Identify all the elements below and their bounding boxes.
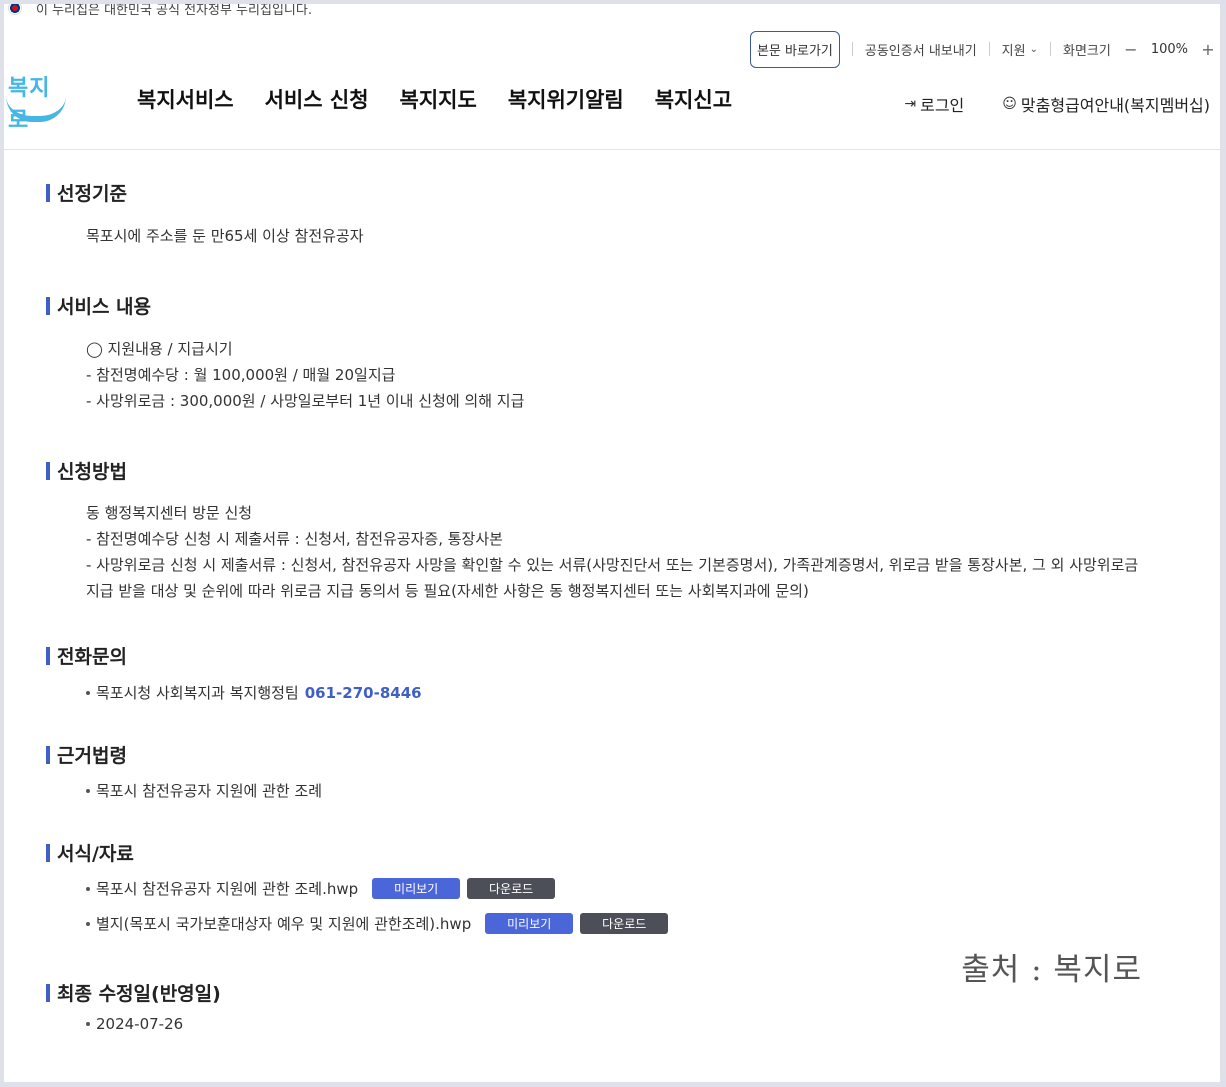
section-bar: [46, 461, 50, 480]
site-logo[interactable]: 복지로: [6, 70, 68, 133]
updated-date: 2024-07-26: [96, 1015, 184, 1033]
support-menu[interactable]: 지원 ⌄: [1002, 40, 1038, 59]
zoom-label: 화면크기: [1062, 43, 1111, 59]
chevron-down-icon: ⌄: [1029, 43, 1038, 55]
zoom-in-button[interactable]: +: [1200, 40, 1216, 59]
section-title-text: 전화문의: [57, 646, 127, 668]
bullet-dot: [86, 921, 90, 926]
file-name: 별지(목포시 국가보훈대상자 예우 및 지원에 관한조례).hwp: [96, 915, 472, 933]
law-item: 목포시 참전유공자 지원에 관한 조례: [86, 780, 322, 801]
nav-welfare-report[interactable]: 복지신고: [655, 84, 732, 114]
law-text: 목포시 참전유공자 지원에 관한 조례: [96, 782, 323, 800]
bullet-dot: [86, 788, 90, 793]
utility-bar: 본문 바로가기 공동인증서 내보내기 지원 ⌄ 화면크기 − 100% +: [749, 30, 1220, 68]
service-content: ◯ 지원내용 / 지급시기 - 참전명예수당 : 월 100,000원 / 매월…: [86, 336, 1146, 414]
header-divider: [4, 149, 1220, 150]
divider: [1049, 42, 1051, 56]
zoom-value: 100%: [1150, 41, 1188, 57]
preview-button[interactable]: 미리보기: [485, 913, 574, 934]
gov-banner-text: 이 누리집은 대한민국 공식 전자정부 누리집입니다.: [36, 4, 312, 18]
page-frame: 이 누리집은 대한민국 공식 전자정부 누리집입니다. 본문 바로가기 공동인증…: [4, 4, 1220, 1082]
section-title-forms: 서식/자료: [46, 839, 134, 866]
nav-welfare-services[interactable]: 복지서비스: [137, 84, 234, 114]
updated-item: 2024-07-26: [86, 1015, 183, 1033]
service-line: - 사망위로금 : 300,000원 / 사망일로부터 1년 이내 신청에 의해…: [86, 392, 525, 410]
section-title-text: 서비스 내용: [57, 296, 152, 318]
section-bar: [46, 183, 50, 202]
zoom-out-button[interactable]: −: [1123, 40, 1139, 59]
file-item: 목포시 참전유공자 지원에 관한 조례.hwp 미리보기 다운로드: [86, 878, 556, 899]
section-title-phone: 전화문의: [46, 642, 127, 669]
file-item: 별지(목포시 국가보훈대상자 예우 및 지원에 관한조례).hwp 미리보기 다…: [86, 913, 669, 934]
membership-link[interactable]: ☺ 맞춤형급여안내(복지멤버십): [1002, 92, 1210, 116]
section-title-updated: 최종 수정일(반영일): [46, 979, 221, 1006]
section-bar: [46, 843, 50, 862]
service-line: - 참전명예수당 : 월 100,000원 / 매월 20일지급: [86, 366, 396, 384]
file-name: 목포시 참전유공자 지원에 관한 조례.hwp: [96, 880, 359, 898]
download-button[interactable]: 다운로드: [467, 878, 556, 899]
bullet-dot: [86, 886, 90, 891]
divider: [851, 42, 853, 56]
nav-welfare-map[interactable]: 복지지도: [400, 84, 477, 114]
korean-flag-icon: [8, 4, 22, 15]
user-add-icon: ☺: [1002, 96, 1017, 112]
section-title-text: 선정기준: [57, 183, 127, 205]
divider: [988, 42, 990, 56]
bullet-dot: [86, 690, 90, 695]
criteria-text: 목포시에 주소를 둔 만65세 이상 참전유공자: [86, 227, 364, 245]
section-bar: [46, 646, 50, 665]
bullet-dot: [86, 1022, 90, 1026]
support-label: 지원: [1001, 43, 1026, 59]
phone-org: 목포시청 사회복지과 복지행정팀: [96, 684, 299, 702]
nav-service-apply[interactable]: 서비스 신청: [265, 84, 369, 114]
section-title-apply: 신청방법: [46, 457, 127, 484]
phone-number-link[interactable]: 061-270-8446: [305, 684, 422, 702]
section-bar: [46, 983, 50, 1002]
header-user-menu: ⇥ 로그인 ☺ 맞춤형급여안내(복지멤버십): [904, 92, 1210, 116]
section-title-text: 근거법령: [57, 745, 127, 767]
section-title-service: 서비스 내용: [46, 292, 151, 319]
phone-item: 목포시청 사회복지과 복지행정팀 061-270-8446: [86, 682, 422, 703]
apply-line: - 참전명예수당 신청 시 제출서류 : 신청서, 참전유공자증, 통장사본: [86, 530, 503, 548]
nav-crisis-alert[interactable]: 복지위기알림: [508, 84, 624, 114]
section-title-text: 최종 수정일(반영일): [57, 983, 221, 1005]
apply-line: - 사망위로금 신청 시 제출서류 : 신청서, 참전유공자 사망을 확인할 수…: [86, 556, 1139, 600]
section-bar: [46, 296, 50, 315]
section-title-text: 서식/자료: [57, 843, 134, 865]
apply-content: 동 행정복지센터 방문 신청 - 참전명예수당 신청 시 제출서류 : 신청서,…: [86, 500, 1146, 604]
cert-export-link[interactable]: 공동인증서 내보내기: [865, 40, 977, 59]
section-bar: [46, 745, 50, 764]
login-label: 로그인: [920, 96, 965, 115]
section-title-law: 근거법령: [46, 741, 127, 768]
login-link[interactable]: ⇥ 로그인: [904, 92, 964, 116]
source-watermark: 출처 : 복지로: [961, 952, 1142, 988]
membership-label: 맞춤형급여안내(복지멤버십): [1020, 96, 1210, 115]
download-button[interactable]: 다운로드: [580, 913, 669, 934]
service-line: ◯ 지원내용 / 지급시기: [86, 340, 233, 358]
preview-button[interactable]: 미리보기: [372, 878, 461, 899]
skip-to-content-button[interactable]: 본문 바로가기: [749, 30, 840, 68]
section-title-criteria: 선정기준: [46, 179, 127, 206]
section-title-text: 신청방법: [57, 461, 127, 483]
gov-banner: 이 누리집은 대한민국 공식 전자정부 누리집입니다.: [4, 4, 312, 18]
main-nav: 복지서비스 서비스 신청 복지지도 복지위기알림 복지신고: [137, 84, 732, 114]
login-icon: ⇥: [904, 96, 917, 112]
apply-line: 동 행정복지센터 방문 신청: [86, 504, 253, 522]
